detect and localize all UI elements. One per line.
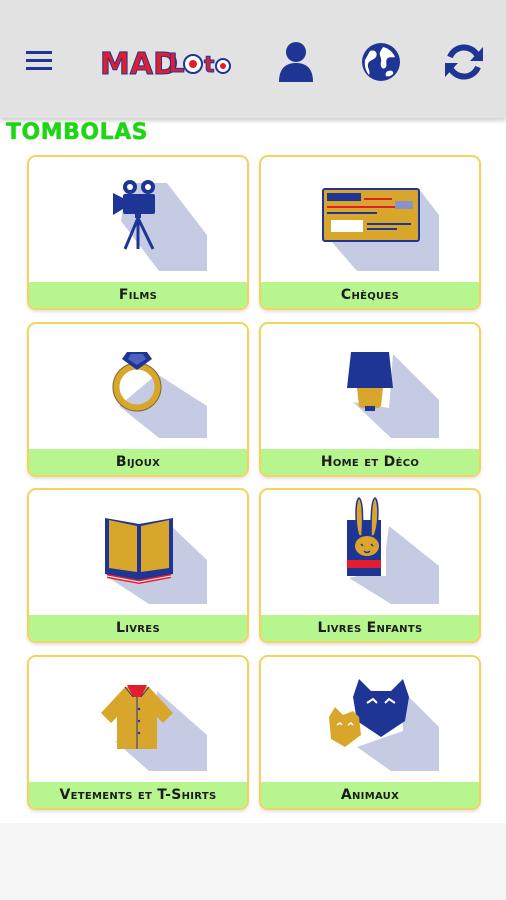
shirt-icon — [29, 657, 247, 782]
category-card-vetements[interactable]: Vetements et T-Shirts — [27, 655, 249, 810]
category-label: Bijoux — [29, 449, 247, 475]
category-card-animaux[interactable]: Animaux — [259, 655, 481, 810]
svg-text:t: t — [204, 53, 215, 78]
category-label: Films — [29, 282, 247, 308]
movie-camera-icon — [29, 157, 247, 282]
hamburger-menu-icon[interactable] — [20, 40, 60, 80]
ring-icon — [29, 324, 247, 449]
book-icon — [29, 490, 247, 615]
svg-text:MAD: MAD — [100, 47, 178, 82]
user-icon[interactable] — [272, 38, 320, 86]
children-book-icon — [261, 490, 479, 615]
madloto-logo: MAD L t — [100, 40, 232, 84]
category-label: Vetements et T-Shirts — [29, 782, 247, 808]
cheque-icon — [261, 157, 479, 282]
lamp-icon — [261, 324, 479, 449]
category-card-livres[interactable]: Livres — [27, 488, 249, 643]
category-card-bijoux[interactable]: Bijoux — [27, 322, 249, 477]
category-label: Home et Déco — [261, 449, 479, 475]
app-bar: MAD L t — [0, 0, 506, 118]
category-label: Chèques — [261, 282, 479, 308]
category-card-cheques[interactable]: Chèques — [259, 155, 481, 310]
category-card-home-deco[interactable]: Home et Déco — [259, 322, 481, 477]
category-label: Livres — [29, 615, 247, 641]
svg-text:L: L — [168, 49, 185, 79]
bottom-area — [0, 823, 506, 900]
category-grid: Films Chèques Bijoux Home et Déco Livres… — [0, 0, 506, 820]
category-label: Animaux — [261, 782, 479, 808]
globe-icon[interactable] — [357, 38, 405, 86]
animals-icon — [261, 657, 479, 782]
refresh-icon[interactable] — [440, 38, 488, 86]
category-card-films[interactable]: Films — [27, 155, 249, 310]
category-card-livres-enfants[interactable]: Livres Enfants — [259, 488, 481, 643]
category-label: Livres Enfants — [261, 615, 479, 641]
